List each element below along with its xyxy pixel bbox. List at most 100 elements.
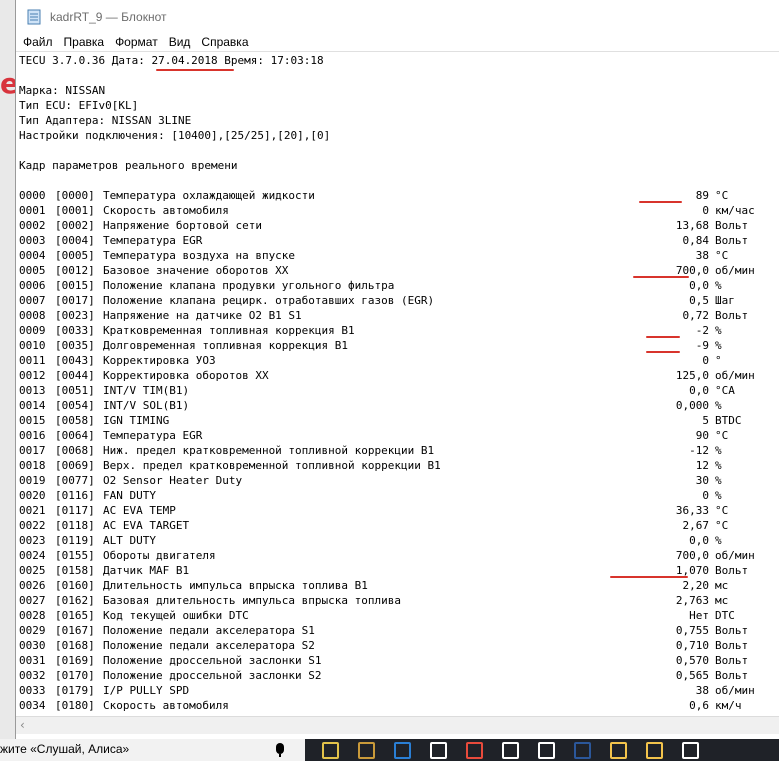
param-row: 0024 [0155] Обороты двигателя 700,0 об/мин (19, 548, 755, 563)
param-index: 0020 (19, 489, 46, 502)
menu-format[interactable]: Формат (110, 35, 163, 49)
folder-icon[interactable] (610, 742, 627, 759)
param-index: 0006 (19, 279, 46, 292)
param-code: [0160] (55, 579, 95, 592)
param-value: 0 (702, 489, 709, 502)
param-value: 2,763 (675, 594, 709, 607)
header-line: Марка: NISSAN (19, 84, 106, 97)
param-row: 0030 [0168] Положение педали акселератора … (19, 638, 755, 653)
param-unit: об/мин (715, 549, 755, 562)
annotation-short-trim (646, 336, 680, 338)
param-row: 0031 [0169] Положение дроссельной заслонки… (19, 653, 755, 668)
param-row: 0002 [0002] Напряжение бортовой сети 13,68 В… (19, 218, 755, 233)
param-name: Температура воздуха на впуске (103, 249, 296, 262)
param-unit: % (715, 444, 722, 457)
param-row: 0013 [0051] INT/V TIM(B1) 0,0 °CA (19, 383, 755, 398)
param-code: [0012] (55, 264, 95, 277)
param-row: 0026 [0160] Длительность импульса впрыска … (19, 578, 755, 593)
cart-icon[interactable] (538, 742, 555, 759)
param-value: 0,72 (682, 309, 710, 322)
param-name: Положение клапана продувки угольного фил… (103, 279, 395, 292)
param-unit: % (715, 534, 722, 547)
param-row: 0020 [0116] FAN DUTY 0% (19, 488, 755, 503)
text-editor[interactable]: TECU 3.7.0.36 Дата: 27.04.2018 Время: 17… (16, 51, 779, 717)
param-index: 0000 (19, 189, 46, 202)
param-unit: мс (715, 579, 729, 592)
param-value: 0,0 (689, 279, 709, 292)
store-icon[interactable] (682, 742, 699, 759)
background-app-logo: e (0, 67, 19, 100)
param-value: 0 (702, 204, 709, 217)
param-name: Долговременная топливная коррекция B1 (103, 339, 349, 352)
param-row: 0015 [0058] IGN TIMING 5 BTDC (19, 413, 755, 428)
param-value: 12 (695, 459, 709, 472)
microphone-icon[interactable] (276, 743, 284, 754)
param-value: 0,565 (675, 669, 709, 682)
param-unit: % (715, 489, 722, 502)
annotation-maf (610, 576, 688, 578)
chrome-icon[interactable] (322, 742, 339, 759)
param-unit: °C (715, 189, 729, 202)
menu-help[interactable]: Справка (196, 35, 253, 49)
param-row: 0018 [0069] Верх. предел кратковременной т… (19, 458, 755, 473)
param-code: [0035] (55, 339, 95, 352)
param-row: 0008 [0023] Напряжение на датчике O2 B1 S1… (19, 308, 755, 323)
param-row: 0028 [0165] Код текущей ошибки DTC Нет DTC (19, 608, 755, 623)
param-unit: °C (715, 504, 729, 517)
param-code: [0158] (55, 564, 95, 577)
param-name: Положение педали акселератора S2 (103, 639, 315, 652)
param-code: [0069] (55, 459, 95, 472)
param-value: 90 (695, 429, 709, 442)
yandex-icon[interactable] (466, 742, 483, 759)
param-code: [0023] (55, 309, 95, 322)
param-value: 5 (702, 414, 709, 427)
param-index: 0027 (19, 594, 46, 607)
param-index: 0034 (19, 699, 46, 712)
app-icon[interactable] (358, 742, 375, 759)
annotation-long-trim (646, 351, 680, 353)
param-code: [0001] (55, 204, 95, 217)
window-title: kadrRT_9 — Блокнот (50, 9, 167, 24)
param-name: Кратковременная топливная коррекция B1 (103, 324, 355, 337)
param-unit: BTDC (715, 414, 742, 427)
microphone-stand (279, 754, 281, 757)
param-index: 0015 (19, 414, 46, 427)
word-icon[interactable] (574, 742, 591, 759)
param-name: Скорость автомобиля (103, 699, 229, 712)
param-code: [0015] (55, 279, 95, 292)
folder-icon[interactable] (646, 742, 663, 759)
param-value: 0,6 (689, 699, 709, 712)
param-name: Температура охлаждающей жидкости (103, 189, 315, 202)
param-unit: % (715, 459, 722, 472)
param-code: [0155] (55, 549, 95, 562)
param-name: Напряжение на датчике O2 B1 S1 (103, 309, 302, 322)
menu-edit[interactable]: Правка (59, 35, 110, 49)
param-row: 0009 [0033] Кратковременная топливная корр… (19, 323, 755, 338)
scroll-left-icon[interactable]: ‹ (20, 718, 25, 732)
horizontal-scrollbar[interactable]: ‹ (16, 716, 779, 734)
param-index: 0032 (19, 669, 46, 682)
home-icon[interactable] (502, 742, 519, 759)
param-name: FAN DUTY (103, 489, 156, 502)
annotation-coolant (639, 201, 682, 203)
param-value: 0,84 (682, 234, 710, 247)
param-index: 0008 (19, 309, 46, 322)
param-code: [0043] (55, 354, 95, 367)
param-code: [0117] (55, 504, 95, 517)
param-index: 0023 (19, 534, 46, 547)
param-name: Положение педали акселератора S1 (103, 624, 315, 637)
param-index: 0014 (19, 399, 46, 412)
title-bar[interactable]: kadrRT_9 — Блокнот (16, 0, 779, 33)
menu-view[interactable]: Вид (164, 35, 196, 49)
param-row: 0019 [0077] O2 Sensor Heater Duty 30% (19, 473, 755, 488)
mail-icon[interactable] (430, 742, 447, 759)
param-name: Обороты двигателя (103, 549, 216, 562)
param-name: Верх. предел кратковременной топливной к… (103, 459, 441, 472)
menu-file[interactable]: Файл (16, 35, 58, 49)
param-row: 0007 [0017] Положение клапана рецирк. отра… (19, 293, 755, 308)
param-value: 2,67 (682, 519, 710, 532)
header-line (19, 143, 755, 158)
search-box[interactable]: жите «Слушай, Алиса» (0, 739, 305, 761)
edge-icon[interactable] (394, 742, 411, 759)
param-name: Положение клапана рецирк. отработавших г… (103, 294, 435, 307)
